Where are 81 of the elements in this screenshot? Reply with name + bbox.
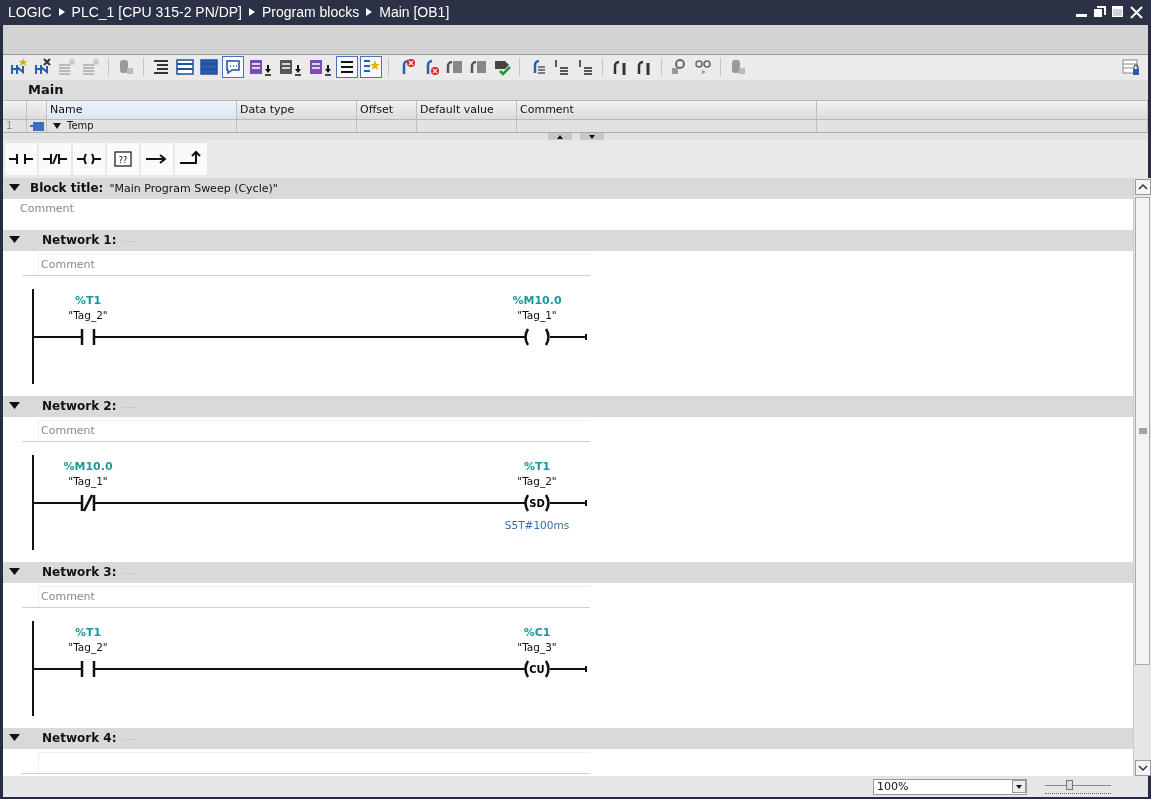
- operand-tag: "Tag_2": [517, 474, 557, 487]
- breadcrumb-item[interactable]: PLC_1 [CPU 315-2 PN/DP]: [71, 4, 242, 21]
- coil[interactable]: [524, 327, 550, 346]
- collapse-triangle-icon[interactable]: [53, 121, 61, 130]
- maximize-icon[interactable]: [1112, 6, 1124, 19]
- network-title: Network 2:: [42, 399, 117, 414]
- coil[interactable]: [524, 659, 550, 678]
- close-branch-button[interactable]: [175, 142, 207, 175]
- list-download-icon[interactable]: [247, 57, 273, 78]
- scroll-up-icon[interactable]: [548, 132, 572, 140]
- rows-star-icon[interactable]: [57, 57, 77, 78]
- row-number: 1: [6, 120, 13, 132]
- collapse-triangle-icon[interactable]: [9, 236, 20, 245]
- normally-open-contact[interactable]: [80, 659, 96, 678]
- table-lock-icon[interactable]: [1122, 58, 1140, 77]
- breadcrumb-item[interactable]: Program blocks: [262, 4, 360, 21]
- network-title: Network 1:: [42, 233, 117, 248]
- scroll-down-icon[interactable]: [1134, 760, 1151, 777]
- operand-tag: "Tag_3": [517, 640, 557, 653]
- comment-field[interactable]: [38, 751, 590, 773]
- column-header[interactable]: Comment: [517, 100, 817, 119]
- collapse-triangle-icon[interactable]: [9, 568, 20, 577]
- operand-address: %M10.0: [63, 459, 113, 473]
- scroll-down-icon[interactable]: [580, 132, 604, 140]
- restore-icon[interactable]: [1094, 6, 1106, 19]
- coil-parameter: S5T#100ms: [504, 518, 570, 531]
- scrollbar-thumb[interactable]: [1135, 196, 1150, 665]
- coil[interactable]: [524, 493, 550, 512]
- star-list-icon[interactable]: [361, 57, 381, 78]
- block-title-label: Block title:: [30, 181, 104, 196]
- operand-address: %T1: [523, 459, 551, 473]
- interface-section-icon: [29, 120, 44, 131]
- column-header[interactable]: Name: [47, 100, 237, 119]
- chevron-right-icon: [366, 8, 373, 17]
- vertical-scrollbar[interactable]: [1133, 177, 1151, 777]
- normally-open-contact[interactable]: [80, 327, 96, 346]
- block-name: Main: [28, 82, 64, 98]
- collapse-triangle-icon[interactable]: [9, 402, 20, 411]
- operand-address: %T1: [74, 625, 102, 639]
- collapse-triangle-icon[interactable]: [9, 184, 20, 193]
- collapse-triangle-icon[interactable]: [9, 734, 20, 743]
- row-name: Temp: [67, 119, 94, 132]
- breadcrumb-item[interactable]: LOGIC: [8, 4, 52, 21]
- comment-field[interactable]: Comment: [38, 585, 590, 607]
- block-title-field[interactable]: "Main Program Sweep (Cycle)": [109, 181, 278, 195]
- nc-contact-button[interactable]: [39, 142, 71, 175]
- operand-tag: "Tag_1": [517, 308, 557, 321]
- scroll-up-icon[interactable]: [1134, 178, 1151, 195]
- breadcrumb-item[interactable]: Main [OB1]: [379, 4, 450, 21]
- coil-button[interactable]: [73, 142, 105, 175]
- list-icon[interactable]: [337, 57, 357, 78]
- coil-label: SD: [529, 497, 545, 509]
- chevron-right-icon: [249, 8, 255, 17]
- network-title: Network 3:: [42, 565, 117, 580]
- zoom-slider[interactable]: [1045, 778, 1111, 795]
- no-contact-button[interactable]: [5, 142, 37, 175]
- column-header[interactable]: Default value: [417, 100, 517, 119]
- grip-icon: [1138, 427, 1147, 434]
- operand-address: %T1: [74, 293, 102, 307]
- window-icon[interactable]: [175, 57, 195, 78]
- normally-closed-contact[interactable]: [80, 493, 96, 512]
- close-icon[interactable]: [1130, 5, 1143, 19]
- operand-address: %M10.0: [512, 293, 562, 307]
- comment-field[interactable]: Comment: [38, 419, 590, 441]
- zoom-dropdown[interactable]: 100%: [873, 778, 1027, 795]
- comment-field[interactable]: Comment: [20, 202, 74, 216]
- operand-tag: "Tag_1": [68, 474, 108, 487]
- rows-star-icon[interactable]: [81, 57, 101, 78]
- column-header[interactable]: Data type: [237, 100, 357, 119]
- operand-tag: "Tag_2": [68, 640, 108, 653]
- column-header[interactable]: Offset: [357, 100, 417, 119]
- operand-address: %C1: [523, 625, 551, 639]
- chevron-right-icon: [58, 8, 65, 17]
- operand-tag: "Tag_2": [68, 308, 108, 321]
- empty-box-button[interactable]: ??: [107, 142, 139, 175]
- network-title: Network 4:: [42, 731, 117, 746]
- comment-field[interactable]: Comment: [38, 253, 590, 275]
- window-icon[interactable]: [199, 57, 219, 78]
- speech-bubble-icon[interactable]: [223, 57, 243, 78]
- coil-label: CU: [529, 663, 545, 675]
- open-branch-button[interactable]: [141, 142, 173, 175]
